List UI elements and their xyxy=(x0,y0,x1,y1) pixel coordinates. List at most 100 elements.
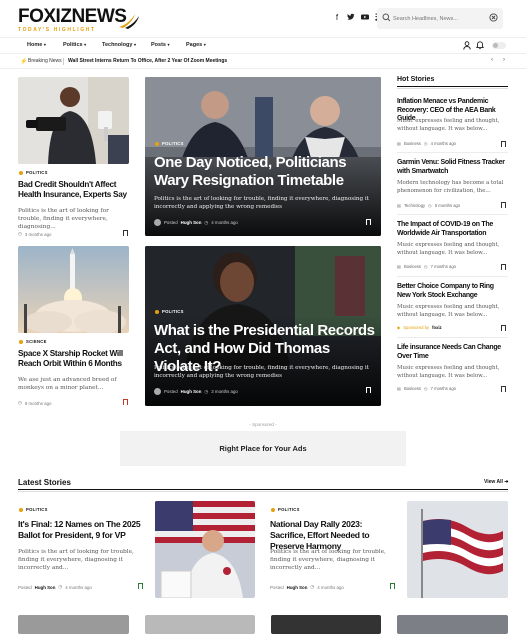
hot-story-title[interactable]: Garmin Venu: Solid Fitness Tracker with … xyxy=(397,159,508,176)
article-image[interactable] xyxy=(18,246,129,333)
hot-story-title[interactable]: The Impact of COVID-19 on The Worldwide … xyxy=(397,221,508,238)
toggle-knob xyxy=(493,43,498,48)
sponsor-name[interactable]: foxiz xyxy=(432,325,442,330)
nav-label: Pages xyxy=(186,42,203,48)
posted-label: Posted xyxy=(18,584,32,590)
article-image[interactable] xyxy=(145,615,255,634)
bookmark-icon[interactable] xyxy=(501,202,506,208)
divider xyxy=(397,276,508,277)
article-title[interactable]: Space X Starship Rocket Will Reach Orbit… xyxy=(18,349,130,369)
latest-stories-heading: Latest Stories xyxy=(18,478,71,487)
hot-story-meta: ▤ Business ◷ 7 months ago xyxy=(397,264,456,269)
search-icon[interactable] xyxy=(382,13,391,22)
ad-text: Right Place for Your Ads xyxy=(219,444,307,453)
twitter-icon[interactable] xyxy=(347,13,355,22)
nav-item-home[interactable]: Home ▾ xyxy=(27,42,46,48)
bookmark-icon[interactable] xyxy=(501,325,506,331)
category-badge[interactable]: POLITICS xyxy=(155,141,184,146)
category-label[interactable]: Technology xyxy=(404,203,425,208)
article-title[interactable]: Bad Credit Shouldn't Affect Health Insur… xyxy=(18,180,133,200)
article-meta: Posted Hugh Son ◷ 4 months ago xyxy=(270,584,344,590)
bell-icon[interactable] xyxy=(476,41,484,50)
category-label[interactable]: Business xyxy=(404,141,421,146)
article-image[interactable] xyxy=(397,615,508,634)
author-name[interactable]: Hugh Son xyxy=(35,585,56,590)
hot-story-meta: ▤ Business ◷ 7 months ago xyxy=(397,386,456,391)
nav-item-technology[interactable]: Technology ▾ xyxy=(102,42,136,48)
clock-icon: ◷ xyxy=(423,386,428,391)
bookmark-icon[interactable] xyxy=(501,386,506,392)
prev-arrow-icon[interactable]: ‹ xyxy=(491,57,493,63)
hero-meta: Posted Hugh Son ◷ 3 months ago xyxy=(154,388,238,395)
hero-title[interactable]: One Day Noticed, Politicians Wary Resign… xyxy=(154,154,376,190)
chevron-down-icon: ▾ xyxy=(43,42,46,47)
category-dot-icon xyxy=(19,339,23,344)
facebook-icon[interactable]: f xyxy=(333,13,341,22)
bookmark-icon[interactable] xyxy=(366,387,371,393)
user-icon[interactable] xyxy=(463,41,471,50)
bookmark-icon[interactable] xyxy=(138,583,143,589)
category-label[interactable]: Business xyxy=(404,386,421,391)
article-image[interactable] xyxy=(18,77,129,164)
author-name[interactable]: Hugh Son xyxy=(181,220,202,225)
ad-banner[interactable]: Right Place for Your Ads xyxy=(120,431,406,466)
article-image[interactable] xyxy=(155,501,255,598)
time-label: 7 months ago xyxy=(430,264,456,269)
hero-meta: Posted Hugh Son ◷ 4 months ago xyxy=(154,219,238,226)
hot-story-excerpt: Music expresses feeling and thought, wit… xyxy=(397,118,500,132)
time-label: 4 months ago xyxy=(65,584,92,590)
arrow-right-icon: ➜ xyxy=(504,479,509,485)
posted-label: Posted xyxy=(164,389,178,394)
hot-story-title[interactable]: Life insurance Needs Can Change Over Tim… xyxy=(397,344,508,361)
article-title[interactable]: It's Final: 12 Names on The 2025 Ballot … xyxy=(18,519,143,541)
breaking-news-bar: ⚡ Breaking News Wall Street Interns Retu… xyxy=(0,54,526,69)
category-badge[interactable]: POLITICS xyxy=(271,507,300,512)
clock-icon: ◷ xyxy=(18,231,22,236)
dark-mode-toggle[interactable] xyxy=(492,42,506,49)
article-image[interactable] xyxy=(407,501,508,598)
nav-label: Technology xyxy=(102,42,133,48)
article-image[interactable] xyxy=(271,615,381,634)
author-name[interactable]: Hugh Son xyxy=(181,389,202,394)
article-image[interactable] xyxy=(18,615,129,634)
category-label[interactable]: Business xyxy=(404,264,421,269)
social-links: f xyxy=(333,13,383,22)
site-logo[interactable]: FOXIZNEWS TODAY'S HIGHLIGHT xyxy=(18,7,139,33)
category-label: POLITICS xyxy=(162,141,184,146)
chevron-down-icon: ▾ xyxy=(84,42,87,47)
clock-icon: ◷ xyxy=(423,264,428,269)
category-badge[interactable]: POLITICS xyxy=(19,507,48,512)
breaking-label: Breaking News xyxy=(28,58,62,64)
breaking-headline[interactable]: Wall Street Interns Return To Office, Af… xyxy=(68,58,227,64)
posted-label: Posted xyxy=(270,584,284,590)
time-label: 8 months ago xyxy=(24,400,52,406)
next-arrow-icon[interactable]: › xyxy=(503,57,505,63)
heading-rule xyxy=(18,489,508,490)
category-badge[interactable]: POLITICS xyxy=(19,170,48,175)
article-excerpt: Politics is the art of looking for troub… xyxy=(270,549,386,571)
nav-item-posts[interactable]: Posts ▾ xyxy=(151,42,170,48)
category-badge[interactable]: POLITICS xyxy=(155,309,184,314)
time-label: 3 months ago xyxy=(24,231,52,237)
clear-search-icon[interactable] xyxy=(489,13,498,22)
logo-swoosh-icon xyxy=(119,14,139,29)
bookmark-icon[interactable] xyxy=(390,583,395,589)
hero-excerpt: Politics is the art of looking for troub… xyxy=(154,196,369,210)
logo-tagline: TODAY'S HIGHLIGHT xyxy=(18,27,96,33)
bookmark-icon[interactable] xyxy=(123,230,128,236)
time-label: 5 months ago xyxy=(434,203,461,208)
category-badge[interactable]: SCIENCE xyxy=(19,339,47,344)
nav-item-pages[interactable]: Pages ▾ xyxy=(186,42,206,48)
bookmark-icon[interactable] xyxy=(123,399,128,405)
youtube-icon[interactable] xyxy=(361,13,369,22)
search-input[interactable] xyxy=(393,12,485,25)
nav-item-politics[interactable]: Politics ▾ xyxy=(63,42,86,48)
search-box xyxy=(377,8,503,29)
bookmark-icon[interactable] xyxy=(501,264,506,270)
author-name[interactable]: Hugh Son xyxy=(287,585,308,590)
bookmark-icon[interactable] xyxy=(366,219,371,225)
view-all-link[interactable]: View All ➜ xyxy=(484,479,509,485)
hot-story-meta: ▤ Technology ◷ 5 months ago xyxy=(397,203,460,208)
hot-story-title[interactable]: Better Choice Company to Ring New York S… xyxy=(397,283,508,300)
bookmark-icon[interactable] xyxy=(501,141,506,147)
